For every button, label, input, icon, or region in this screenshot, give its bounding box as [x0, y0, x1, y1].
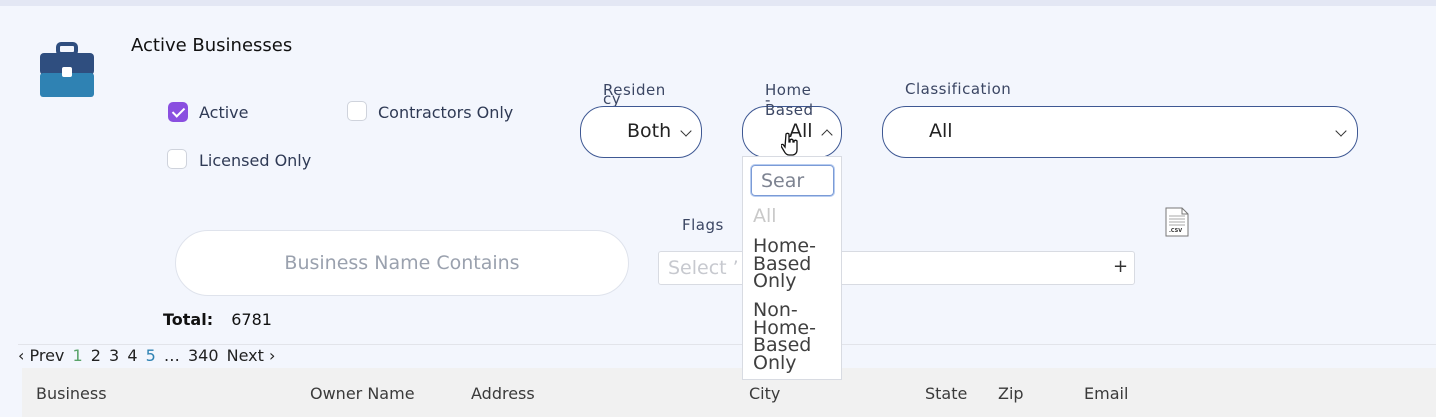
- chevron-up-icon: [821, 129, 833, 141]
- column-state[interactable]: State: [925, 384, 967, 403]
- dropdown-option-non-home-based-only[interactable]: Non- Home- Based Only: [753, 301, 816, 372]
- csv-file-icon[interactable]: .CSV: [1165, 207, 1189, 237]
- page-5-link[interactable]: 5: [146, 346, 156, 365]
- column-business[interactable]: Business: [36, 384, 107, 403]
- residency-select[interactable]: Both: [580, 106, 702, 158]
- total-summary: Total: 6781: [163, 310, 272, 329]
- total-label: Total:: [163, 310, 214, 329]
- page-2-link[interactable]: 2: [91, 346, 101, 365]
- contractors-only-label: Contractors Only: [378, 103, 514, 122]
- column-zip[interactable]: Zip: [998, 384, 1024, 403]
- page-title: Active Businesses: [131, 35, 293, 56]
- csv-label: .CSV: [1169, 228, 1183, 234]
- active-checkbox[interactable]: [168, 102, 188, 122]
- page-ellipsis: …: [163, 346, 180, 365]
- classification-label: Classification: [905, 80, 1012, 98]
- pagination: ‹ Prev 1 2 3 4 5 … 340 Next ›: [18, 346, 278, 365]
- active-label: Active: [199, 103, 249, 122]
- chevron-down-icon: [680, 125, 692, 137]
- page-1-link[interactable]: 1: [72, 346, 82, 365]
- column-email[interactable]: Email: [1084, 384, 1128, 403]
- column-city[interactable]: City: [749, 384, 780, 403]
- column-owner-name[interactable]: Owner Name: [310, 384, 415, 403]
- business-name-input[interactable]: Business Name Contains: [175, 230, 629, 296]
- dropdown-option-home-based-only[interactable]: Home- Based Only: [753, 237, 816, 291]
- classification-value: All: [929, 120, 953, 142]
- flags-label: Flags: [682, 216, 724, 234]
- residency-label: Residen cy: [603, 81, 666, 108]
- chevron-down-icon: [1335, 125, 1347, 137]
- flags-select[interactable]: Select ’ +: [658, 251, 1135, 285]
- contractors-only-checkbox[interactable]: [347, 101, 367, 121]
- flags-placeholder: Select ’: [668, 257, 739, 279]
- divider: [18, 344, 1436, 345]
- briefcase-icon: [38, 42, 96, 98]
- licensed-only-label: Licensed Only: [199, 151, 312, 170]
- classification-select[interactable]: All: [882, 106, 1358, 158]
- hand-cursor-icon: [780, 132, 799, 156]
- home-based-label: Home - Based: [765, 81, 814, 119]
- dropdown-search-input[interactable]: Sear: [751, 165, 834, 196]
- total-value: 6781: [231, 310, 272, 329]
- page-3-link[interactable]: 3: [109, 346, 119, 365]
- next-link[interactable]: Next ›: [227, 346, 276, 365]
- dropdown-option-all: All: [753, 205, 777, 227]
- table-header: Business Owner Name Address City State Z…: [22, 368, 1436, 417]
- residency-value: Both: [627, 120, 672, 142]
- licensed-only-checkbox[interactable]: [167, 149, 187, 169]
- page-4-link[interactable]: 4: [127, 346, 137, 365]
- add-flag-icon[interactable]: +: [1113, 256, 1128, 277]
- prev-link[interactable]: ‹ Prev: [18, 346, 64, 365]
- home-based-dropdown: Sear All Home- Based Only Non- Home- Bas…: [742, 156, 842, 380]
- column-address[interactable]: Address: [471, 384, 535, 403]
- page-340-link[interactable]: 340: [188, 346, 219, 365]
